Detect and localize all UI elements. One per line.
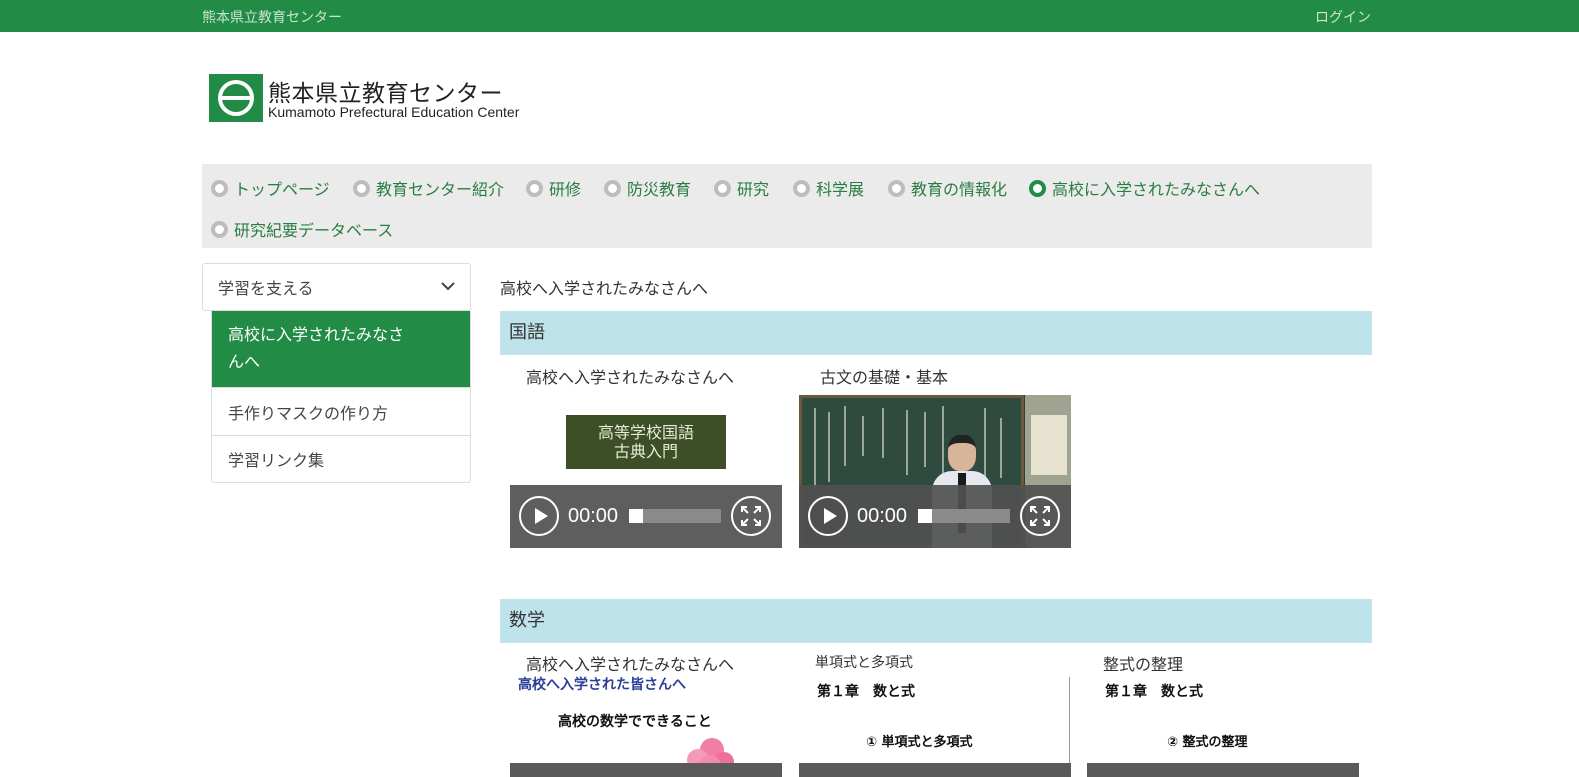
thumbnail-text: 古典入門 [613, 442, 678, 461]
nav-item-label: 科学展 [816, 180, 865, 199]
video-thumbnail: 高等学校国語 古典入門 [566, 415, 726, 469]
sidebar-item-links[interactable]: 学習リンク集 [212, 435, 470, 482]
nav-item-label: 教育の情報化 [911, 180, 1008, 199]
radio-dot-icon [211, 179, 228, 197]
seek-handle[interactable] [918, 509, 932, 523]
nav-item-label: 防災教育 [627, 180, 692, 199]
nav-item-bulletin-database[interactable]: 研究紀要データベース [211, 217, 393, 241]
global-nav: トップページ 教育センター紹介 研修 防災教育 研究 科学展 教育の情報化 高校… [202, 164, 1372, 248]
nav-item-disaster-education[interactable]: 防災教育 [604, 176, 691, 200]
logo-title-en[interactable]: Kumamoto Prefectural Education Center [268, 104, 519, 120]
thumbnail-text: 第１章 数と式 [817, 684, 915, 700]
video-label: 整式の整理 [1103, 655, 1184, 674]
thumbnail-text: 第１章 数と式 [1105, 684, 1203, 700]
fullscreen-icon[interactable] [731, 496, 771, 536]
video-controls[interactable] [510, 763, 782, 777]
video-player[interactable]: 00:00 [799, 395, 1071, 548]
sidebar-dropdown[interactable]: 学習を支える [202, 263, 471, 311]
video-controls[interactable] [1087, 763, 1359, 777]
top-bar: 熊本県立教育センター ログイン [0, 0, 1579, 32]
radio-dot-icon [526, 179, 543, 197]
thumbnail-text: 高校の数学でできること [558, 714, 712, 730]
sidebar-item-label: 学習リンク集 [228, 451, 325, 470]
nav-item-training[interactable]: 研修 [526, 176, 581, 200]
login-link[interactable]: ログイン [1315, 7, 1371, 27]
radio-dot-icon [888, 179, 905, 197]
nav-item-ict[interactable]: 教育の情報化 [888, 176, 1007, 200]
site-logo-icon[interactable] [209, 74, 263, 122]
video-label: 単項式と多項式 [815, 655, 913, 671]
sidebar-item-label: 高校に入学されたみなさんへ [228, 325, 405, 371]
nav-item-center-intro[interactable]: 教育センター紹介 [353, 176, 504, 200]
thumbnail-text: ② 整式の整理 [1167, 735, 1248, 750]
radio-dot-icon [1029, 179, 1046, 197]
video-label: 古文の基礎・基本 [820, 368, 949, 387]
thumbnail-text: 高等学校国語 [597, 423, 694, 442]
video-player[interactable]: 高等学校国語 古典入門 00:00 [510, 395, 782, 548]
sidebar-list: 高校に入学されたみなさんへ 手作りマスクの作り方 学習リンク集 [211, 311, 471, 483]
video-controls[interactable] [799, 763, 1071, 777]
nav-item-top[interactable]: トップページ [211, 176, 330, 200]
video-label: 高校へ入学されたみなさんへ [526, 368, 735, 387]
sidebar-item-label: 手作りマスクの作り方 [228, 403, 389, 423]
nav-item-label: 教育センター紹介 [376, 180, 505, 199]
video-controls: 00:00 [799, 485, 1071, 548]
nav-item-label: 研修 [549, 180, 582, 199]
fullscreen-icon[interactable] [1020, 496, 1060, 536]
thumbnail-text: ① 単項式と多項式 [866, 735, 973, 750]
sidebar-item-mask[interactable]: 手作りマスクの作り方 [212, 387, 470, 435]
nav-item-new-students[interactable]: 高校に入学されたみなさんへ [1029, 176, 1260, 200]
video-seek-bar[interactable] [629, 509, 721, 523]
nav-item-label: 研究紀要データベース [234, 221, 394, 240]
play-icon[interactable] [519, 496, 559, 536]
play-icon[interactable] [808, 496, 848, 536]
sidebar: 学習を支える 高校に入学されたみなさんへ 手作りマスクの作り方 学習リンク集 [202, 263, 471, 483]
logo-title-jp[interactable]: 熊本県立教育センター [268, 74, 503, 108]
video-label: 高校へ入学されたみなさんへ [526, 655, 735, 674]
wall-poster [1031, 415, 1067, 475]
nav-item-label: 研究 [737, 180, 770, 199]
section-heading-math: 数学 [500, 599, 1372, 643]
radio-dot-icon [353, 179, 370, 197]
page-title: 高校へ入学されたみなさんへ [500, 279, 709, 298]
top-bar-site-name[interactable]: 熊本県立教育センター [202, 7, 342, 27]
section-heading-japanese: 国語 [500, 311, 1372, 355]
nav-item-label: トップページ [234, 180, 330, 199]
divider [1069, 677, 1070, 777]
seek-handle[interactable] [629, 509, 643, 523]
nav-item-science-fair[interactable]: 科学展 [793, 176, 864, 200]
chevron-down-icon [441, 282, 455, 291]
nav-item-research[interactable]: 研究 [714, 176, 769, 200]
nav-item-label: 高校に入学されたみなさんへ [1052, 180, 1261, 199]
video-time: 00:00 [857, 505, 908, 527]
radio-dot-icon [714, 179, 731, 197]
sidebar-item-new-students[interactable]: 高校に入学されたみなさんへ [212, 311, 470, 387]
thumbnail-text: 高校へ入学された皆さんへ [518, 677, 686, 693]
radio-dot-icon [793, 179, 810, 197]
video-controls: 00:00 [510, 485, 782, 548]
radio-dot-icon [604, 179, 621, 197]
radio-dot-icon [211, 220, 228, 238]
video-seek-bar[interactable] [918, 509, 1010, 523]
video-time: 00:00 [568, 505, 619, 527]
sidebar-heading: 学習を支える [218, 279, 314, 298]
